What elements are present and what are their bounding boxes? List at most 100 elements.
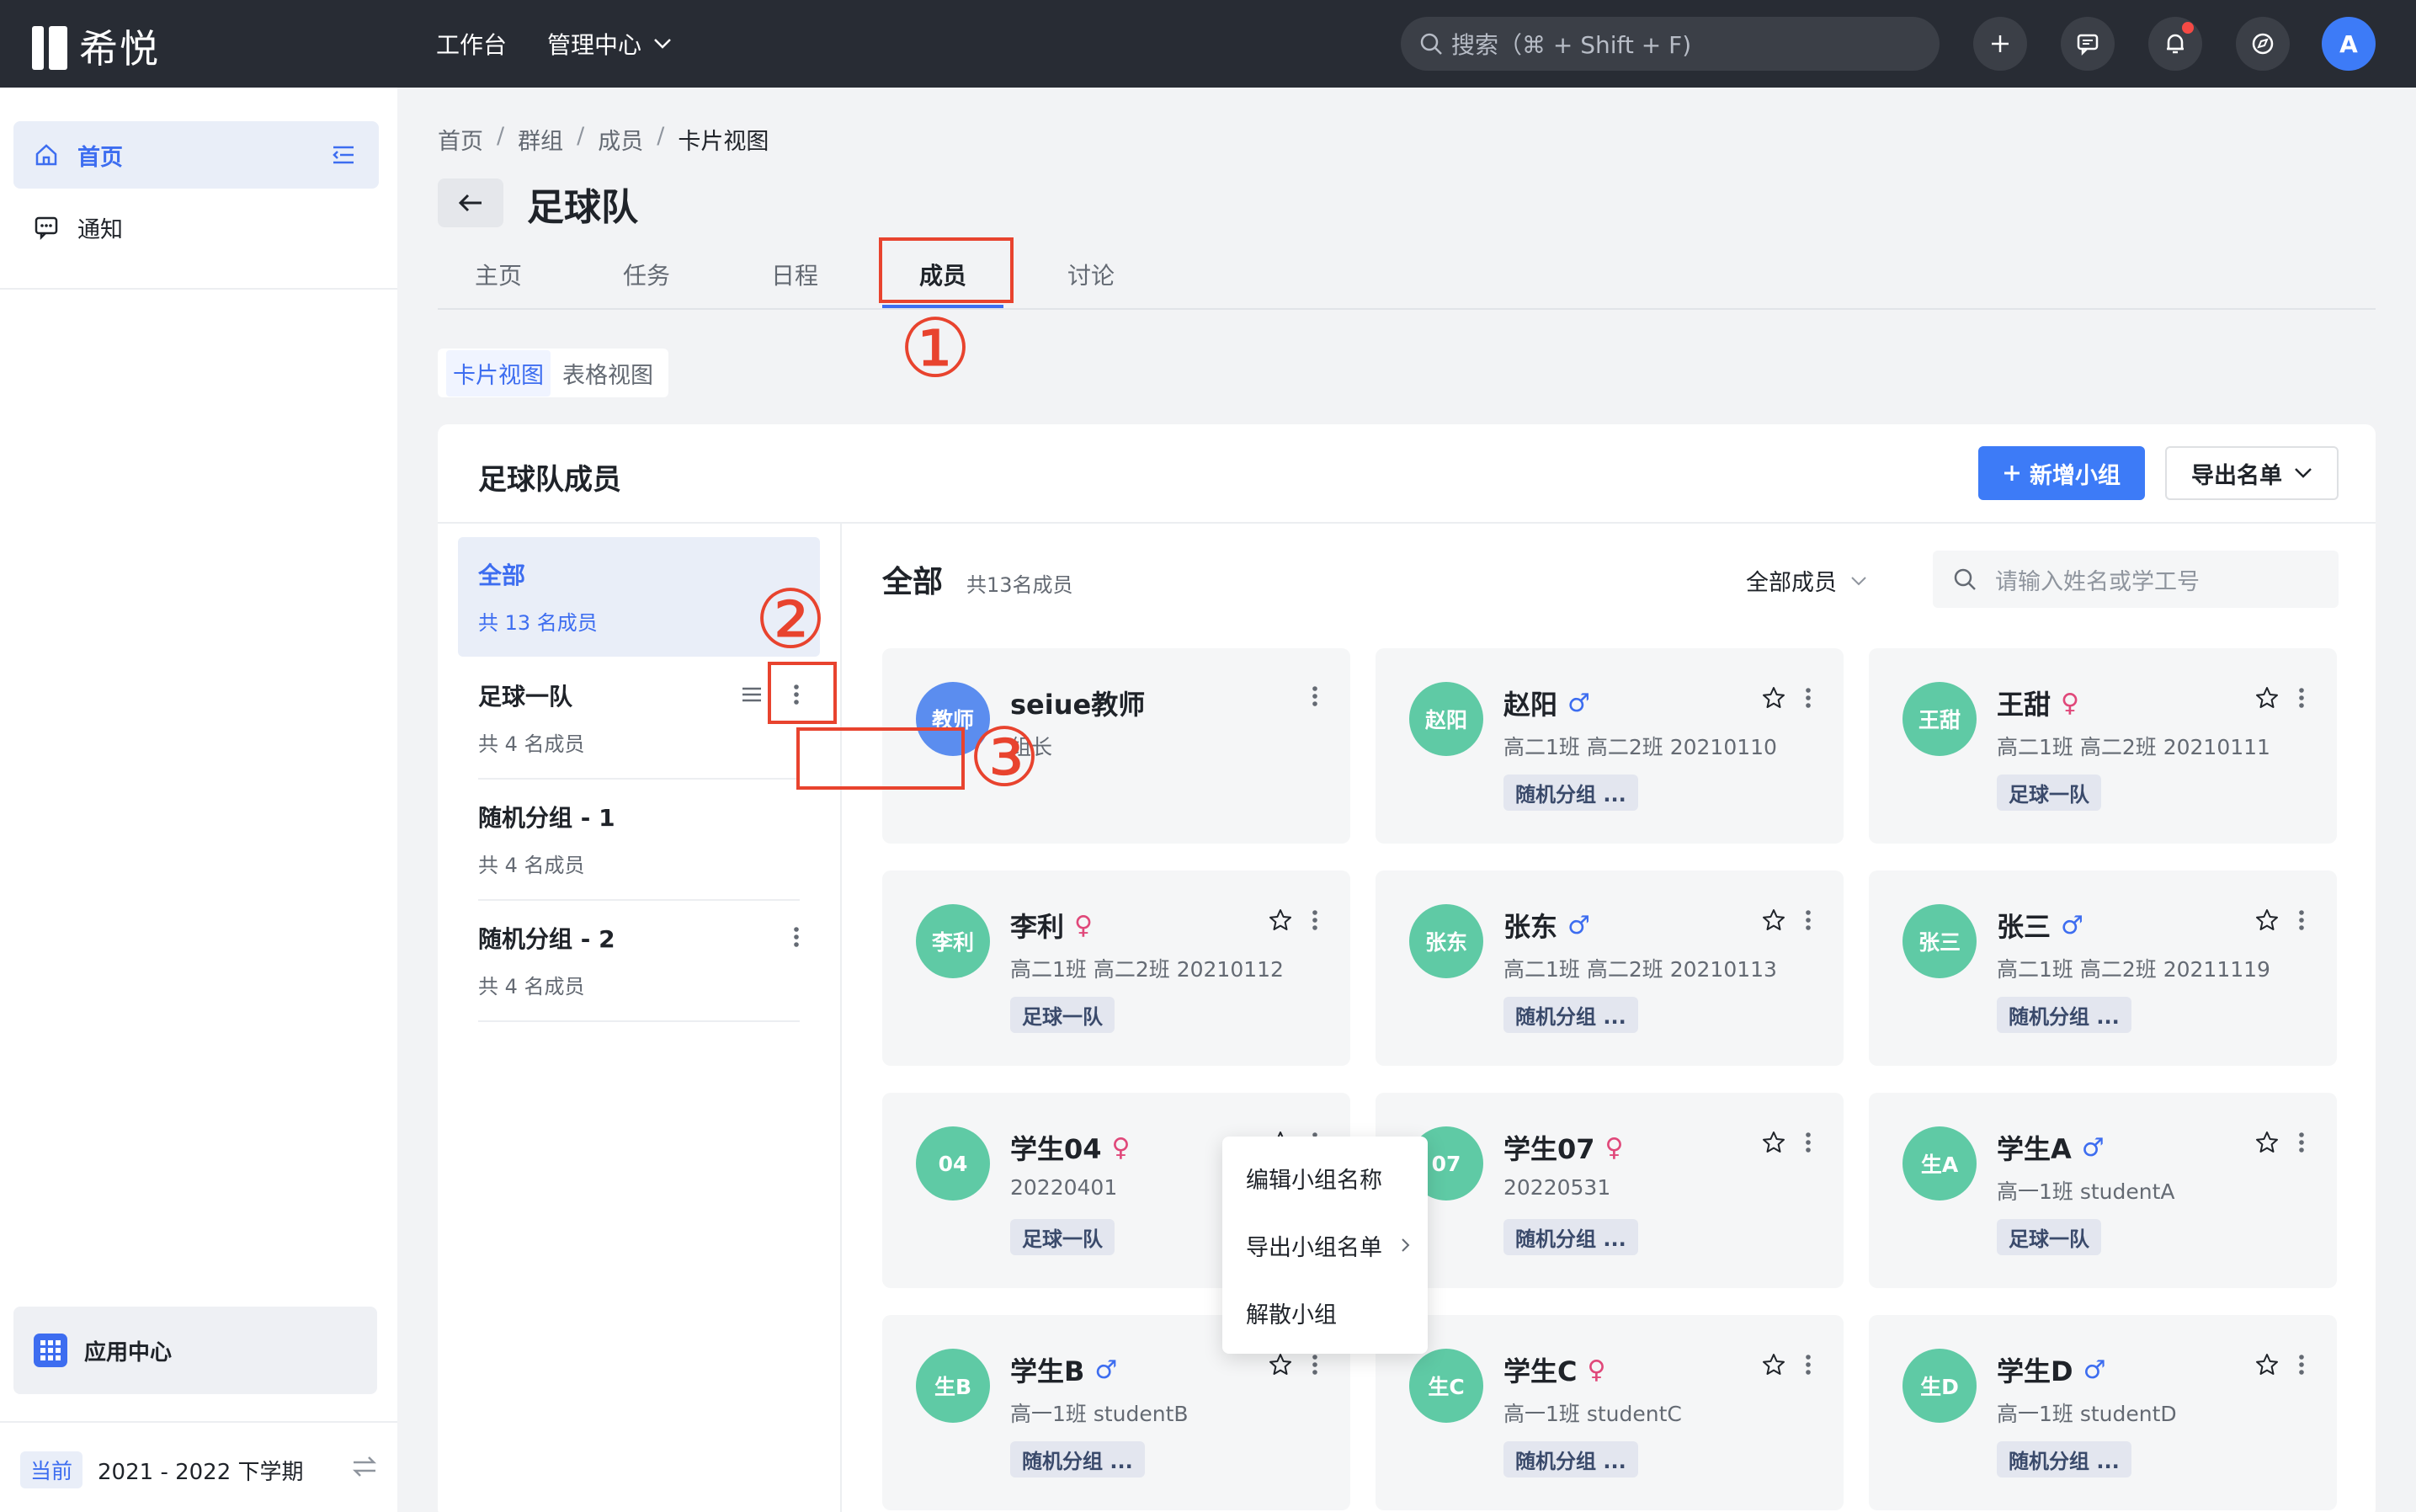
add-button[interactable] [1973,17,2027,71]
more-icon[interactable] [1805,1354,1812,1376]
member-name: 学生04 [1010,1133,1102,1165]
more-icon[interactable] [1805,1131,1812,1153]
tab-tasks[interactable]: 任务 [623,258,670,291]
nav-workbench[interactable]: 工作台 [436,27,507,61]
star-icon[interactable] [2254,908,2280,933]
breadcrumb-members[interactable]: 成员 [598,123,643,156]
global-search[interactable]: 搜索（⌘ + Shift + F) [1401,17,1940,71]
menu-item-dissolve-group[interactable]: 解散小组 [1246,1296,1337,1329]
term-selector[interactable]: 当前 2021 - 2022 下学期 [20,1451,377,1488]
star-icon[interactable] [1761,685,1786,711]
drag-handle-icon[interactable] [741,686,763,703]
gender-icon: ♂ [1567,688,1590,718]
messages-button[interactable] [2061,17,2115,71]
sidebar-item-notice[interactable]: 通知 [13,194,379,261]
more-icon[interactable] [1805,687,1812,709]
member-card[interactable]: 王甜 王甜 ♀ 高二1班 高二2班 20210111 足球一队 [1869,648,2337,844]
user-avatar[interactable]: A [2322,17,2376,71]
star-icon[interactable] [2254,1352,2280,1377]
back-button[interactable] [438,178,503,227]
menu-item-export-group[interactable]: 导出小组名单 [1246,1229,1382,1262]
member-card[interactable]: 赵阳 赵阳 ♂ 高二1班 高二2班 20210110 随机分组 ... [1376,648,1844,844]
sidebar-divider [0,288,397,290]
star-icon[interactable] [1268,1352,1293,1377]
card-view-button[interactable]: 卡片视图 [446,349,551,397]
more-icon[interactable] [1312,909,1318,931]
member-info: 高一1班 studentB [1010,1402,1189,1426]
member-avatar: 张东 [1409,904,1483,978]
tab-discussion[interactable]: 讨论 [1067,258,1115,291]
gender-icon: ♂ [2061,910,2083,940]
more-icon[interactable] [2298,1354,2305,1376]
nav-management[interactable]: 管理中心 [547,27,672,61]
star-icon[interactable] [1761,908,1786,933]
member-card[interactable]: 张三 张三 ♂ 高二1班 高二2班 20211119 随机分组 ... [1869,870,2337,1066]
sidebar-item-notice-label: 通知 [77,216,123,243]
collapse-sidebar-icon[interactable] [332,145,355,165]
new-group-button[interactable]: 新增小组 [1978,446,2145,500]
page-title: 足球队 [527,186,638,229]
member-card[interactable]: 生C 学生C ♀ 高一1班 studentC 随机分组 ... [1376,1315,1844,1510]
group-item-random2[interactable]: 随机分组 - 2 共 4 名成员 [458,901,820,1020]
gender-icon: ♀ [1587,1355,1606,1385]
group-item-random1[interactable]: 随机分组 - 1 共 4 名成员 [458,780,820,899]
member-card-actions [1761,1130,1812,1155]
breadcrumb-groups[interactable]: 群组 [518,123,563,156]
chat-icon [2077,34,2099,56]
content-count: 共13名成员 [966,573,1073,597]
annotation-box-more-button [768,662,837,724]
star-icon[interactable] [1761,1130,1786,1155]
star-icon[interactable] [2254,685,2280,711]
star-icon[interactable] [1268,908,1293,933]
group-tabs: 主页 任务 日程 成员 讨论 [438,244,2376,310]
member-group-tag: 足球一队 [1010,997,1115,1033]
member-info: 高二1班 高二2班 20210112 [1010,957,1284,982]
top-bar: 希悦 工作台 管理中心 搜索（⌘ + Shift + F) A [0,0,2416,88]
more-icon[interactable] [1312,685,1318,707]
member-card[interactable]: 生D 学生D ♂ 高一1班 studentD 随机分组 ... [1869,1315,2337,1510]
nav-management-label: 管理中心 [547,31,642,59]
member-info: 20220531 [1503,1175,1611,1200]
export-list-button[interactable]: 导出名单 [2165,446,2339,500]
breadcrumb-home[interactable]: 首页 [438,123,483,156]
member-name-row: 学生A ♂ [1997,1128,2105,1167]
more-icon[interactable] [793,926,800,948]
tab-schedule[interactable]: 日程 [771,258,818,291]
more-icon[interactable] [1805,909,1812,931]
member-group-tag: 足球一队 [1997,775,2101,811]
sidebar-item-home[interactable]: 首页 [13,121,379,189]
swap-icon[interactable] [352,1455,377,1478]
menu-item-rename-group[interactable]: 编辑小组名称 [1246,1162,1382,1195]
tab-home[interactable]: 主页 [475,258,522,291]
member-card[interactable]: 生A 学生A ♂ 高一1班 studentA 足球一队 [1869,1093,2337,1288]
breadcrumb: 首页 / 群组 / 成员 / 卡片视图 [438,123,769,156]
more-icon[interactable] [2298,909,2305,931]
star-icon[interactable] [2254,1130,2280,1155]
more-icon[interactable] [2298,687,2305,709]
table-view-button[interactable]: 表格视图 [556,350,660,397]
member-search-input[interactable]: 请输入姓名或学工号 [1933,551,2339,608]
app-center-label: 应用中心 [84,1339,173,1366]
member-card[interactable]: 张东 张东 ♂ 高二1班 高二2班 20210113 随机分组 ... [1376,870,1844,1066]
star-icon[interactable] [1761,1352,1786,1377]
member-info: 高二1班 高二2班 20210110 [1503,735,1777,759]
member-card-actions [1761,1352,1812,1377]
notifications-button[interactable] [2148,17,2202,71]
member-name-row: 学生07 ♀ [1503,1128,1624,1167]
help-button[interactable] [2236,17,2290,71]
group-count: 共 4 名成员 [478,975,585,998]
member-search-placeholder: 请输入姓名或学工号 [1995,568,2200,595]
more-icon[interactable] [1312,1354,1318,1376]
member-avatar: 生D [1902,1349,1977,1423]
app-center-button[interactable]: 应用中心 [13,1307,377,1394]
member-card[interactable]: 07 学生07 ♀ 20220531 随机分组 ... [1376,1093,1844,1288]
group-item-team1[interactable]: 足球一队 共 4 名成员 [458,658,820,778]
app-logo[interactable]: 希悦 [32,19,160,74]
member-name: 学生C [1503,1355,1578,1387]
more-icon[interactable] [2298,1131,2305,1153]
bell-icon [2167,34,2184,54]
member-name-row: 张三 ♂ [1997,906,2083,945]
member-group-tag: 随机分组 ... [1503,1219,1638,1255]
member-filter[interactable]: 全部成员 [1746,564,1867,597]
member-card[interactable]: 李利 李利 ♀ 高二1班 高二2班 20210112 足球一队 [882,870,1350,1066]
